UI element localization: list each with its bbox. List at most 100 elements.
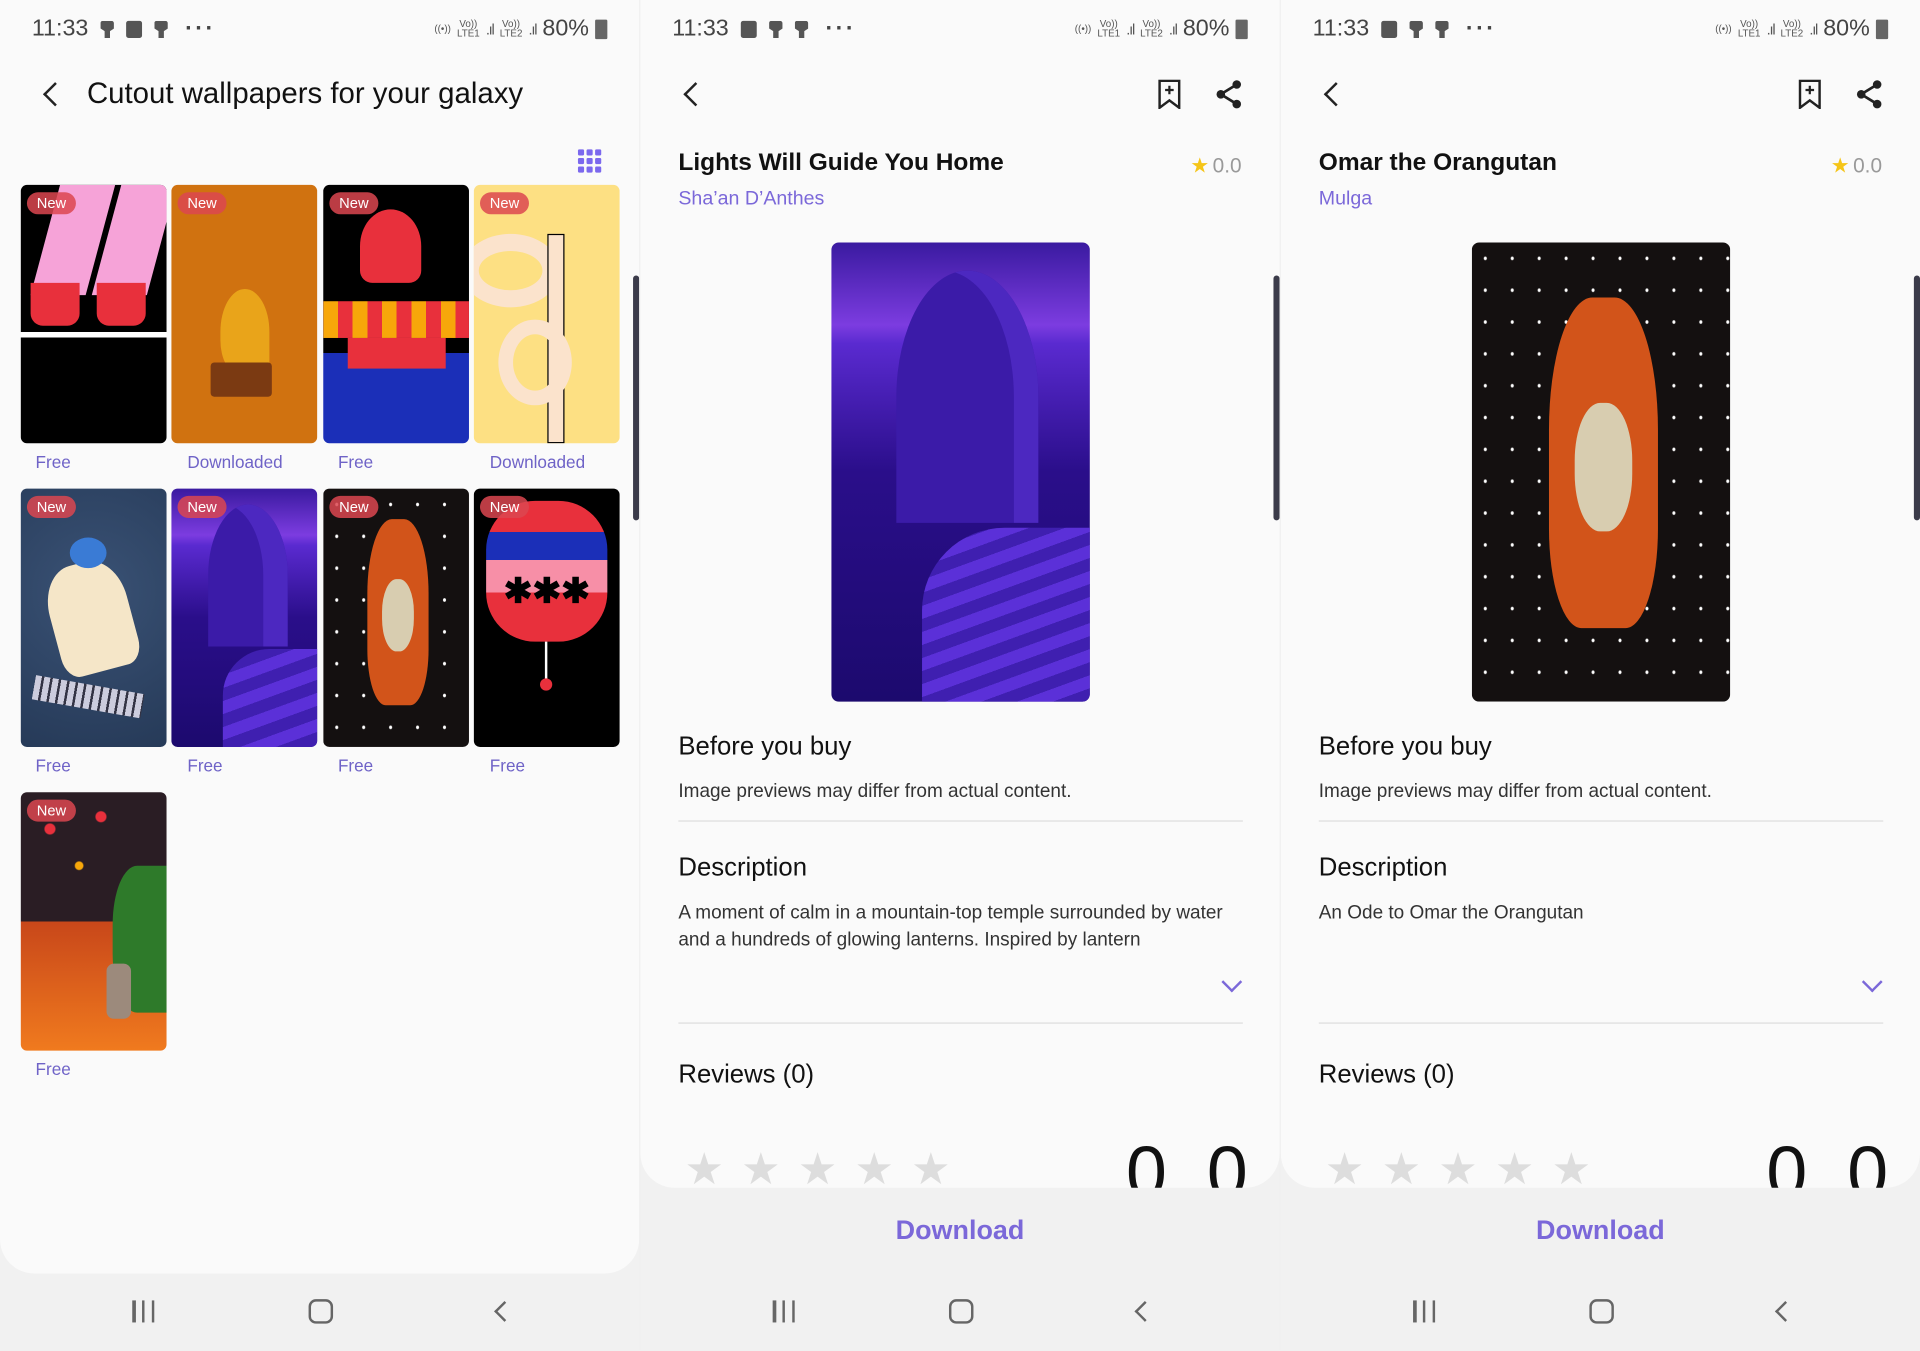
description-text: An Ode to Omar the Orangutan bbox=[1318, 902, 1584, 924]
battery-percent: 80% bbox=[542, 15, 589, 42]
rating-value: 0.0 bbox=[1853, 154, 1883, 178]
rating-stars: ★ ★ ★ ★ ★ bbox=[1324, 1143, 1592, 1194]
star-empty-icon: ★ bbox=[1324, 1143, 1365, 1194]
sim2-indicator: Vo)) LTE2 bbox=[1780, 18, 1804, 40]
wifi-icon: ((•)) bbox=[1074, 23, 1092, 35]
tile-status: Free bbox=[35, 1059, 71, 1079]
back-button[interactable] bbox=[1323, 82, 1349, 107]
scrollbar[interactable] bbox=[633, 275, 640, 521]
recent-apps-button[interactable] bbox=[1413, 1300, 1436, 1323]
wallpaper-title: Omar the Orangutan bbox=[1318, 149, 1557, 177]
recent-apps-button[interactable] bbox=[132, 1300, 155, 1323]
back-button[interactable] bbox=[42, 82, 68, 107]
wallpaper-title: Lights Will Guide You Home bbox=[678, 149, 1004, 177]
divider bbox=[678, 1022, 1243, 1024]
signal-icon: .ıl bbox=[485, 20, 495, 38]
wallpaper-tile[interactable]: New bbox=[171, 488, 318, 747]
author-link[interactable]: Mulga bbox=[1319, 189, 1372, 211]
new-badge: New bbox=[480, 192, 529, 215]
home-button[interactable] bbox=[1589, 1299, 1614, 1324]
before-you-buy-text: Image previews may differ from actual co… bbox=[678, 781, 1072, 803]
wallpaper-tile[interactable]: New bbox=[323, 488, 469, 747]
plug-icon bbox=[100, 20, 115, 38]
detail-screen: 11:33 ··· ((•)) Vo)) LTE1 .ıl Vo)) LTE2 .ıl … bbox=[1280, 0, 1920, 1351]
wallpaper-preview[interactable] bbox=[1471, 242, 1731, 702]
detail-card: 11:33 ··· ((•)) Vo)) LTE1 .ıl Vo)) LTE2 .ıl … bbox=[1280, 0, 1920, 1193]
wallpaper-tile[interactable]: New bbox=[20, 488, 167, 747]
share-icon[interactable] bbox=[1855, 80, 1884, 116]
wallpaper-tile[interactable]: New bbox=[473, 184, 620, 444]
signal-icon: .ıl bbox=[528, 20, 538, 38]
home-button[interactable] bbox=[948, 1299, 974, 1324]
status-time: 11:33 bbox=[1312, 15, 1370, 42]
download-button[interactable]: Download bbox=[1281, 1215, 1920, 1247]
star-empty-icon: ★ bbox=[1551, 1143, 1592, 1194]
star-icon: ★ bbox=[1190, 154, 1210, 178]
before-you-buy-heading: Before you buy bbox=[678, 732, 852, 761]
tile-status: Downloaded bbox=[187, 451, 283, 472]
gallery-screen: 11:33 ··· ((•)) Vo)) LTE1 .ıl Vo)) LTE2 .ıl … bbox=[0, 0, 640, 1351]
divider bbox=[1318, 820, 1884, 822]
before-you-buy-heading: Before you buy bbox=[1318, 732, 1492, 761]
star-empty-icon: ★ bbox=[854, 1143, 895, 1194]
new-badge: New bbox=[26, 495, 76, 518]
expand-chevron-icon[interactable] bbox=[1221, 971, 1243, 993]
status-bar: 11:33 ··· ((•)) Vo)) LTE1 .ıl Vo)) LTE2 .ıl … bbox=[32, 15, 608, 44]
star-empty-icon: ★ bbox=[1438, 1143, 1478, 1194]
home-button[interactable] bbox=[308, 1299, 334, 1324]
system-back-button[interactable] bbox=[1134, 1301, 1156, 1322]
signal-icon: .ıl bbox=[1766, 20, 1776, 38]
status-time: 11:33 bbox=[31, 15, 89, 42]
new-badge: New bbox=[177, 192, 227, 215]
plug-icon bbox=[154, 20, 168, 38]
sim2-indicator: Vo)) LTE2 bbox=[499, 18, 523, 40]
image-icon bbox=[126, 20, 143, 38]
back-button[interactable] bbox=[683, 82, 708, 107]
divider bbox=[678, 820, 1243, 822]
tile-status: Free bbox=[337, 451, 374, 472]
scrollbar[interactable] bbox=[1913, 275, 1920, 521]
bookmark-add-icon[interactable] bbox=[1798, 79, 1822, 111]
detail-screen: 11:33 ··· ((•)) Vo)) LTE1 .ıl Vo)) LTE2 .ıl … bbox=[640, 0, 1280, 1351]
before-you-buy-text: Image previews may differ from actual co… bbox=[1318, 781, 1712, 803]
system-nav-bar bbox=[640, 1277, 1279, 1350]
image-icon bbox=[1381, 20, 1398, 38]
wallpaper-preview[interactable] bbox=[831, 242, 1090, 702]
new-badge: New bbox=[177, 495, 227, 518]
rating-stars: ★ ★ ★ ★ ★ bbox=[684, 1143, 951, 1194]
grid-view-icon[interactable] bbox=[577, 149, 602, 173]
divider bbox=[1318, 1022, 1884, 1024]
average-score: 0.0 bbox=[1126, 1131, 1258, 1188]
wallpaper-tile[interactable]: New bbox=[20, 792, 167, 1051]
star-empty-icon: ★ bbox=[1494, 1143, 1535, 1194]
battery-icon bbox=[595, 19, 608, 40]
description-heading: Description bbox=[678, 853, 807, 882]
download-button[interactable]: Download bbox=[640, 1215, 1279, 1247]
scrollbar[interactable] bbox=[1273, 275, 1280, 521]
star-empty-icon: ★ bbox=[741, 1143, 781, 1194]
image-icon bbox=[740, 20, 757, 38]
star-empty-icon: ★ bbox=[684, 1143, 725, 1194]
wallpaper-tile[interactable]: New bbox=[20, 184, 167, 444]
system-back-button[interactable] bbox=[1774, 1301, 1796, 1322]
signal-icon: .ıl bbox=[1809, 20, 1818, 38]
wallpaper-tile[interactable]: New bbox=[171, 184, 318, 444]
star-icon: ★ bbox=[1830, 154, 1850, 178]
rating-value: 0.0 bbox=[1212, 154, 1242, 178]
share-icon[interactable] bbox=[1215, 80, 1244, 116]
reviews-heading: Reviews (0) bbox=[678, 1060, 815, 1089]
tile-status: Free bbox=[187, 755, 223, 776]
bookmark-add-icon[interactable] bbox=[1157, 79, 1181, 111]
system-nav-bar bbox=[1281, 1277, 1920, 1350]
expand-chevron-icon[interactable] bbox=[1861, 971, 1883, 993]
new-badge: New bbox=[329, 192, 379, 215]
recent-apps-button[interactable] bbox=[772, 1300, 795, 1323]
battery-percent: 80% bbox=[1182, 15, 1230, 42]
sim1-indicator: Vo)) LTE1 bbox=[457, 18, 480, 40]
wallpaper-tile[interactable]: New bbox=[323, 184, 469, 444]
star-empty-icon: ★ bbox=[911, 1143, 951, 1194]
system-back-button[interactable] bbox=[494, 1301, 515, 1322]
wallpaper-tile[interactable]: ✱✱✱ New bbox=[473, 488, 620, 747]
author-link[interactable]: Sha’an D’Anthes bbox=[678, 189, 824, 211]
new-badge: New bbox=[26, 192, 76, 215]
